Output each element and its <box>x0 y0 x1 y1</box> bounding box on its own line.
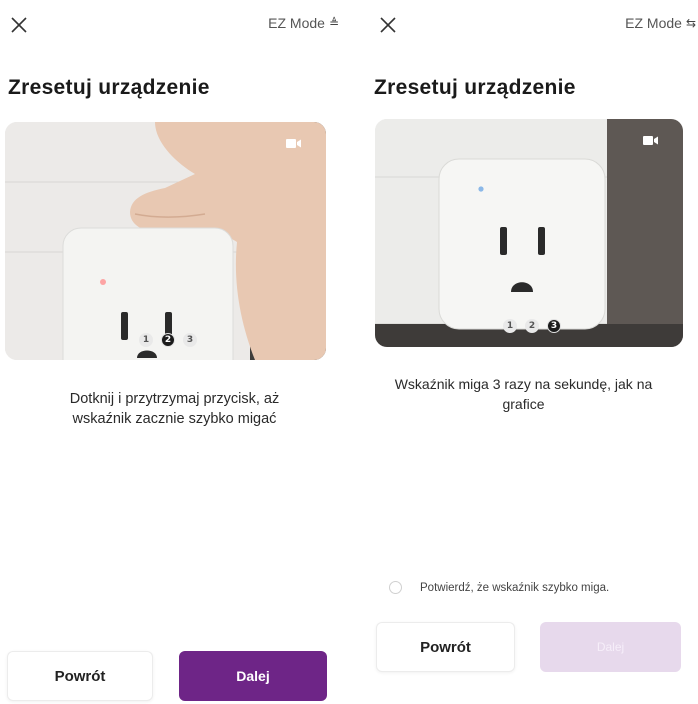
ez-mode-label: EZ Mode <box>625 15 682 31</box>
next-button[interactable]: Dalej <box>179 651 327 701</box>
step-dot: 3 <box>183 333 197 347</box>
step-dot-active: 3 <box>547 319 561 333</box>
plug-photo <box>375 119 683 347</box>
ez-mode-label: EZ Mode <box>268 15 325 31</box>
step-indicator: 1 2 3 <box>139 333 197 347</box>
step-dot-active: 2 <box>161 333 175 347</box>
next-button-disabled[interactable]: Dalej <box>540 622 681 672</box>
ez-mode-toggle[interactable]: EZ Mode ≜ <box>268 15 339 31</box>
close-icon[interactable] <box>8 14 30 36</box>
ez-mode-toggle[interactable]: EZ Mode ⇆ <box>625 15 696 31</box>
back-button[interactable]: Powrót <box>376 622 515 672</box>
instruction-text: Wskaźnik miga 3 razy na sekundę, jak na … <box>349 374 698 414</box>
close-icon[interactable] <box>377 14 399 36</box>
instruction-line-1: Wskaźnik miga 3 razy na sekundę, jak na <box>394 376 653 392</box>
instruction-line-2: grafice <box>502 396 545 412</box>
back-button[interactable]: Powrót <box>7 651 153 701</box>
confirm-blinking-checkbox[interactable]: Potwierdź, że wskaźnik szybko miga. <box>389 581 609 594</box>
swap-icon: ≜ <box>328 16 339 30</box>
confirm-label: Potwierdź, że wskaźnik szybko miga. <box>420 581 610 594</box>
page-title: Zresetuj urządzenie <box>374 76 576 99</box>
reset-screen-step-2: EZ Mode ⇆ Zresetuj urządzenie 1 2 3 Wska… <box>349 0 698 704</box>
reset-video[interactable]: 1 2 3 <box>375 119 683 347</box>
step-dot: 1 <box>503 319 517 333</box>
plug-photo <box>5 122 326 360</box>
reset-video[interactable]: 1 2 3 <box>5 122 326 360</box>
swap-icon: ⇆ <box>685 16 696 30</box>
page-title: Zresetuj urządzenie <box>8 76 210 99</box>
instruction-line-2: wskaźnik zacznie szybko migać <box>72 411 277 427</box>
video-camera-icon <box>286 139 301 148</box>
instruction-text: Dotknij i przytrzymaj przycisk, aż wskaź… <box>0 389 349 429</box>
radio-button[interactable] <box>389 581 402 594</box>
video-camera-icon <box>643 136 658 145</box>
reset-screen-step-1: EZ Mode ≜ Zresetuj urządzenie 1 2 3 Dotk… <box>0 0 349 704</box>
step-dot: 2 <box>525 319 539 333</box>
step-dot: 1 <box>139 333 153 347</box>
instruction-line-1: Dotknij i przytrzymaj przycisk, aż <box>69 391 280 407</box>
step-indicator: 1 2 3 <box>503 319 561 333</box>
